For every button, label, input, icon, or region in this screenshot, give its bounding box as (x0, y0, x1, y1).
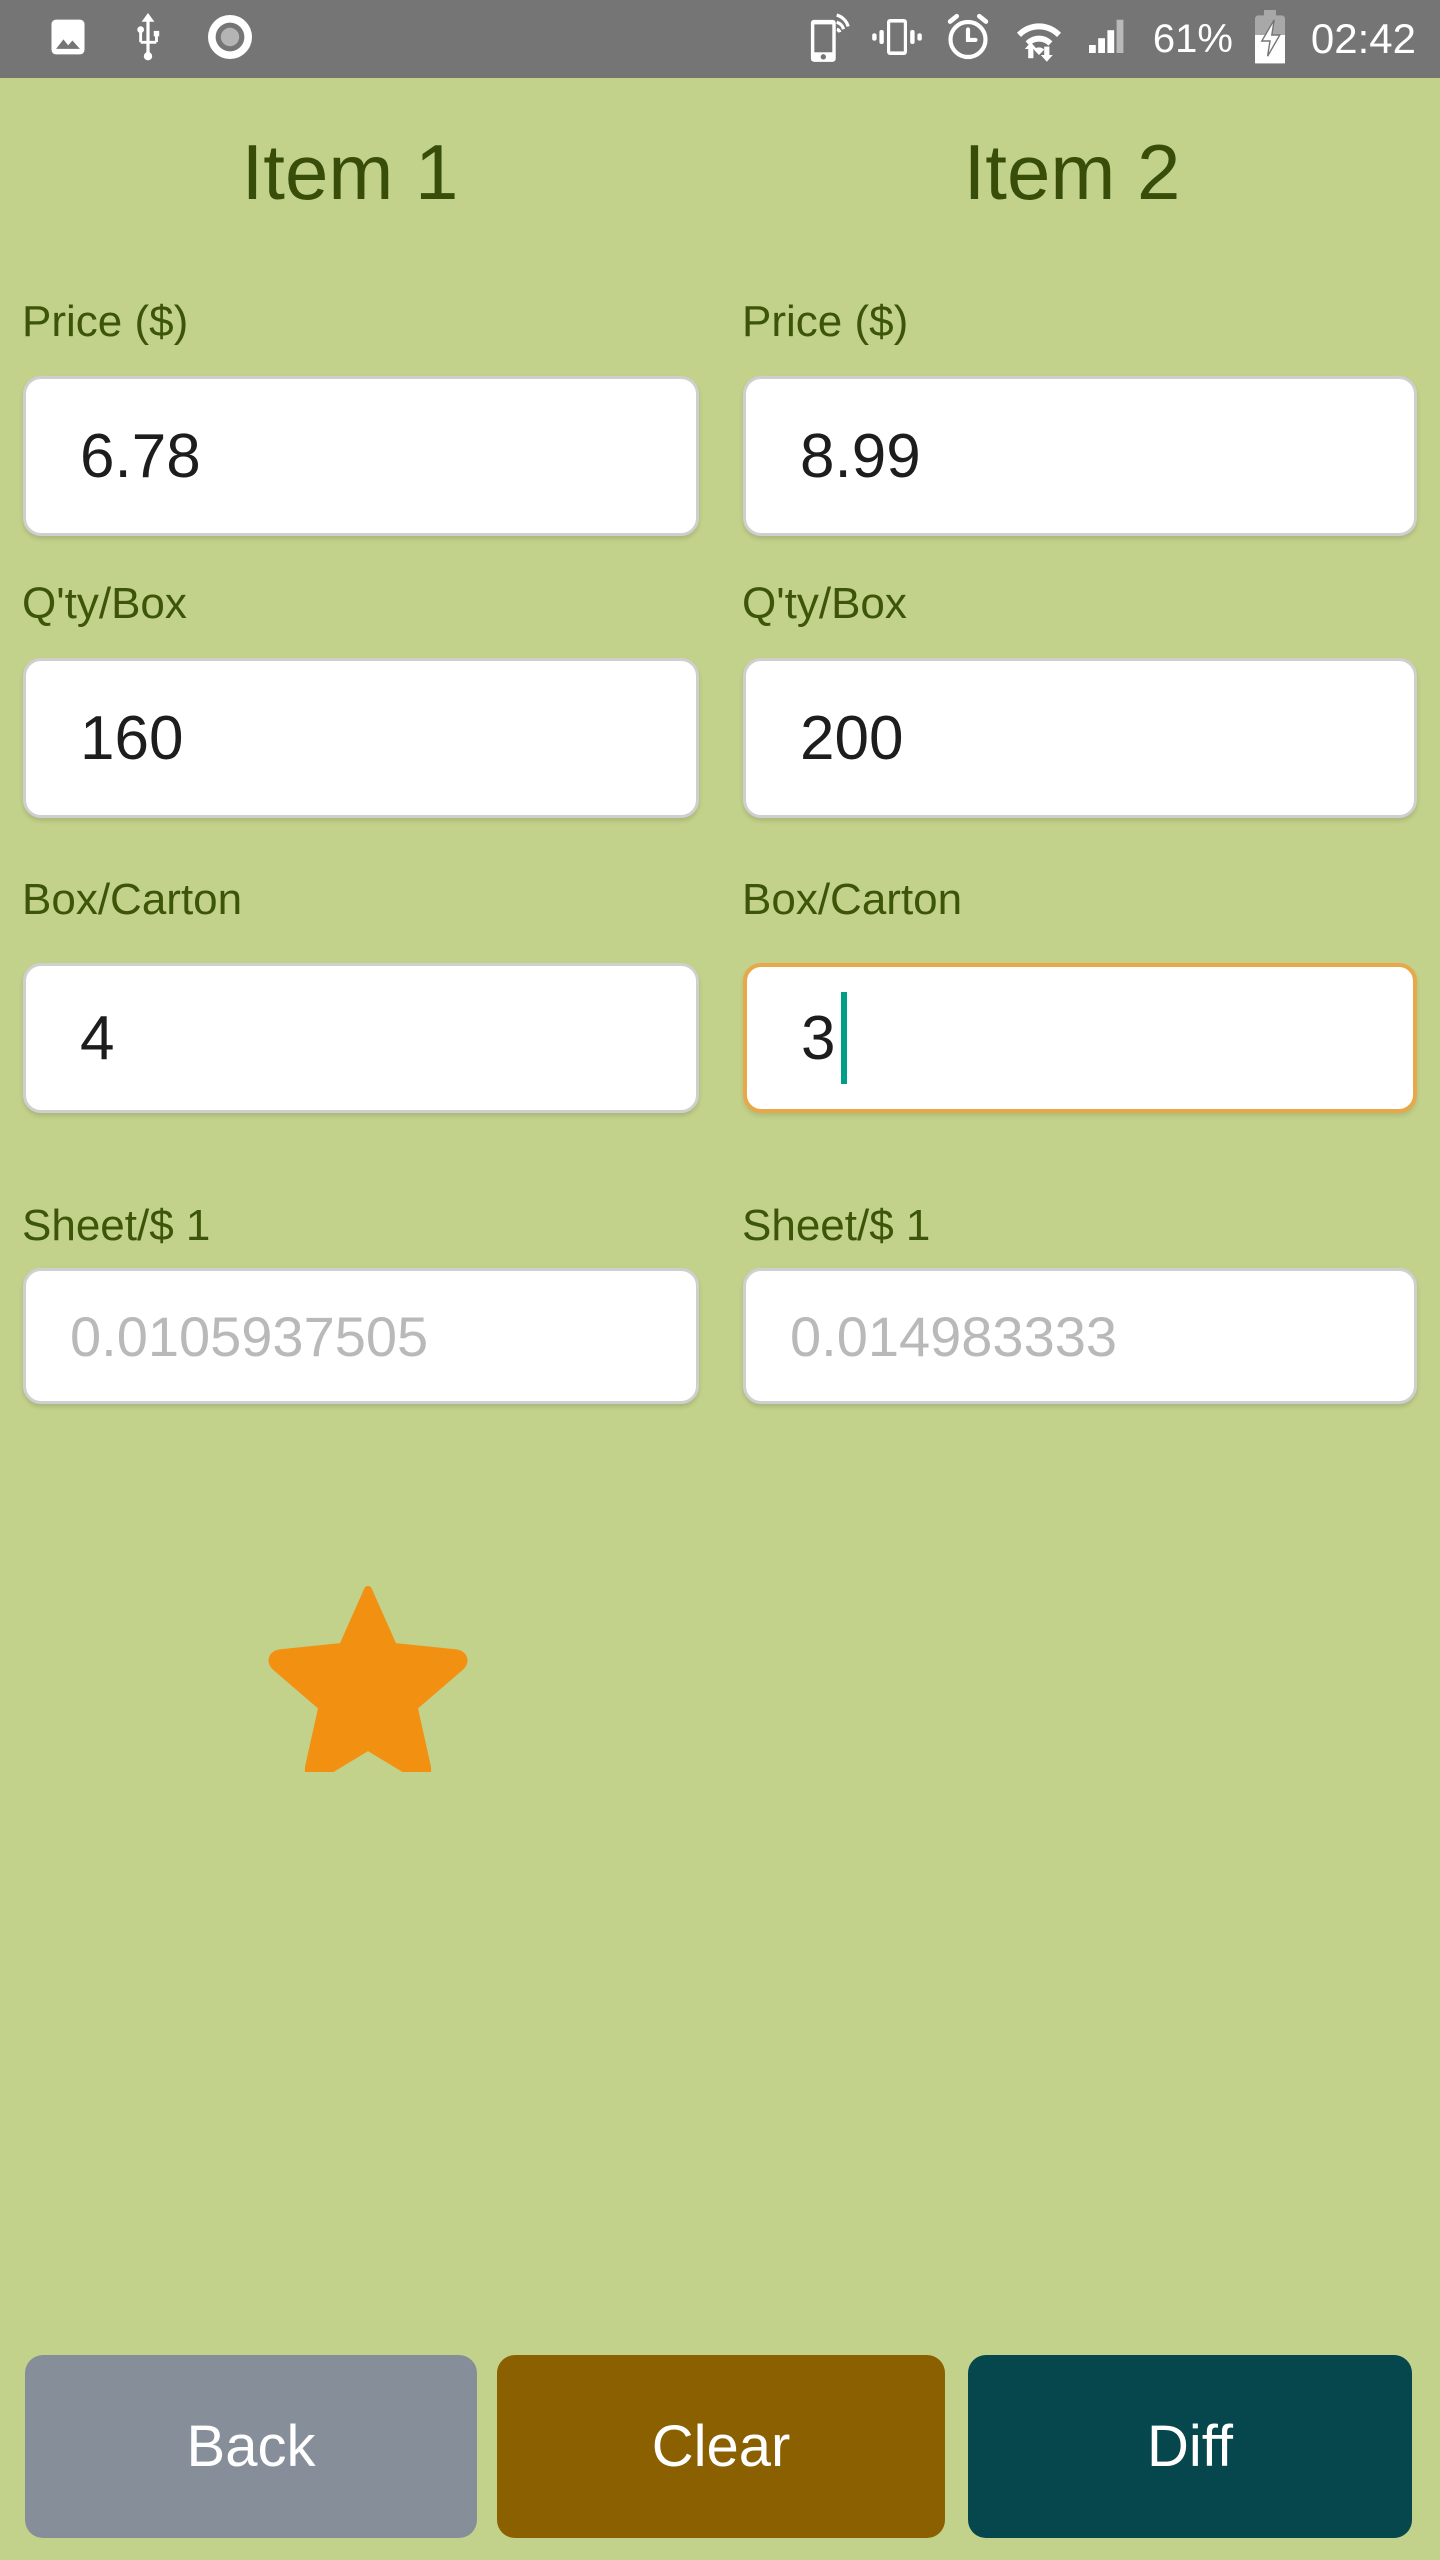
label-sheet-item-1: Sheet/$ 1 (22, 1201, 211, 1250)
usb-icon (128, 12, 168, 66)
clear-button[interactable]: Clear (497, 2355, 945, 2538)
star-icon[interactable] (268, 1582, 468, 1781)
alarm-icon (943, 12, 993, 67)
input-price-item-1[interactable]: 6.78 (23, 376, 699, 536)
input-price-item-2[interactable]: 8.99 (743, 376, 1417, 536)
image-icon (46, 15, 90, 64)
input-box-item-2[interactable]: 3 (743, 963, 1417, 1113)
back-button[interactable]: Back (25, 2355, 477, 2538)
heading-item-1: Item 1 (241, 128, 459, 216)
input-box-item-1[interactable]: 4 (23, 963, 699, 1113)
battery-percent-label: 61% (1152, 17, 1233, 61)
label-sheet-item-2: Sheet/$ 1 (742, 1201, 931, 1250)
label-box-item-2: Box/Carton (742, 875, 963, 924)
status-bar-left-icons (0, 12, 254, 66)
label-qty-item-1: Q'ty/Box (22, 579, 187, 628)
label-price-item-2: Price ($) (742, 297, 909, 346)
output-sheet-item-1: 0.0105937505 (23, 1268, 699, 1404)
heading-item-2: Item 2 (963, 128, 1181, 216)
text-caret (841, 992, 848, 1084)
input-box-item-2-value: 3 (801, 1003, 836, 1073)
hotspot-icon (809, 10, 851, 69)
battery-charging-icon (1253, 9, 1287, 70)
diff-button[interactable]: Diff (968, 2355, 1412, 2538)
bottom-button-bar: Back Clear Diff (0, 2355, 1440, 2540)
status-bar-clock: 02:42 (1310, 15, 1416, 62)
output-sheet-item-2: 0.014983333 (743, 1268, 1417, 1404)
input-qty-item-1[interactable]: 160 (23, 658, 699, 818)
wifi-data-icon (1013, 11, 1065, 68)
label-price-item-1: Price ($) (22, 297, 189, 346)
status-bar-right-icons: 61% 02:42 (809, 0, 1416, 78)
label-box-item-1: Box/Carton (22, 875, 243, 924)
label-qty-item-2: Q'ty/Box (742, 579, 907, 628)
status-bar: 61% 02:42 (0, 0, 1440, 78)
input-qty-item-2[interactable]: 200 (743, 658, 1417, 818)
signal-bars-icon (1085, 13, 1133, 66)
vibrate-icon (871, 15, 923, 64)
record-circle-icon (206, 13, 254, 66)
column-headings: Item 1 Item 2 (0, 120, 1440, 230)
